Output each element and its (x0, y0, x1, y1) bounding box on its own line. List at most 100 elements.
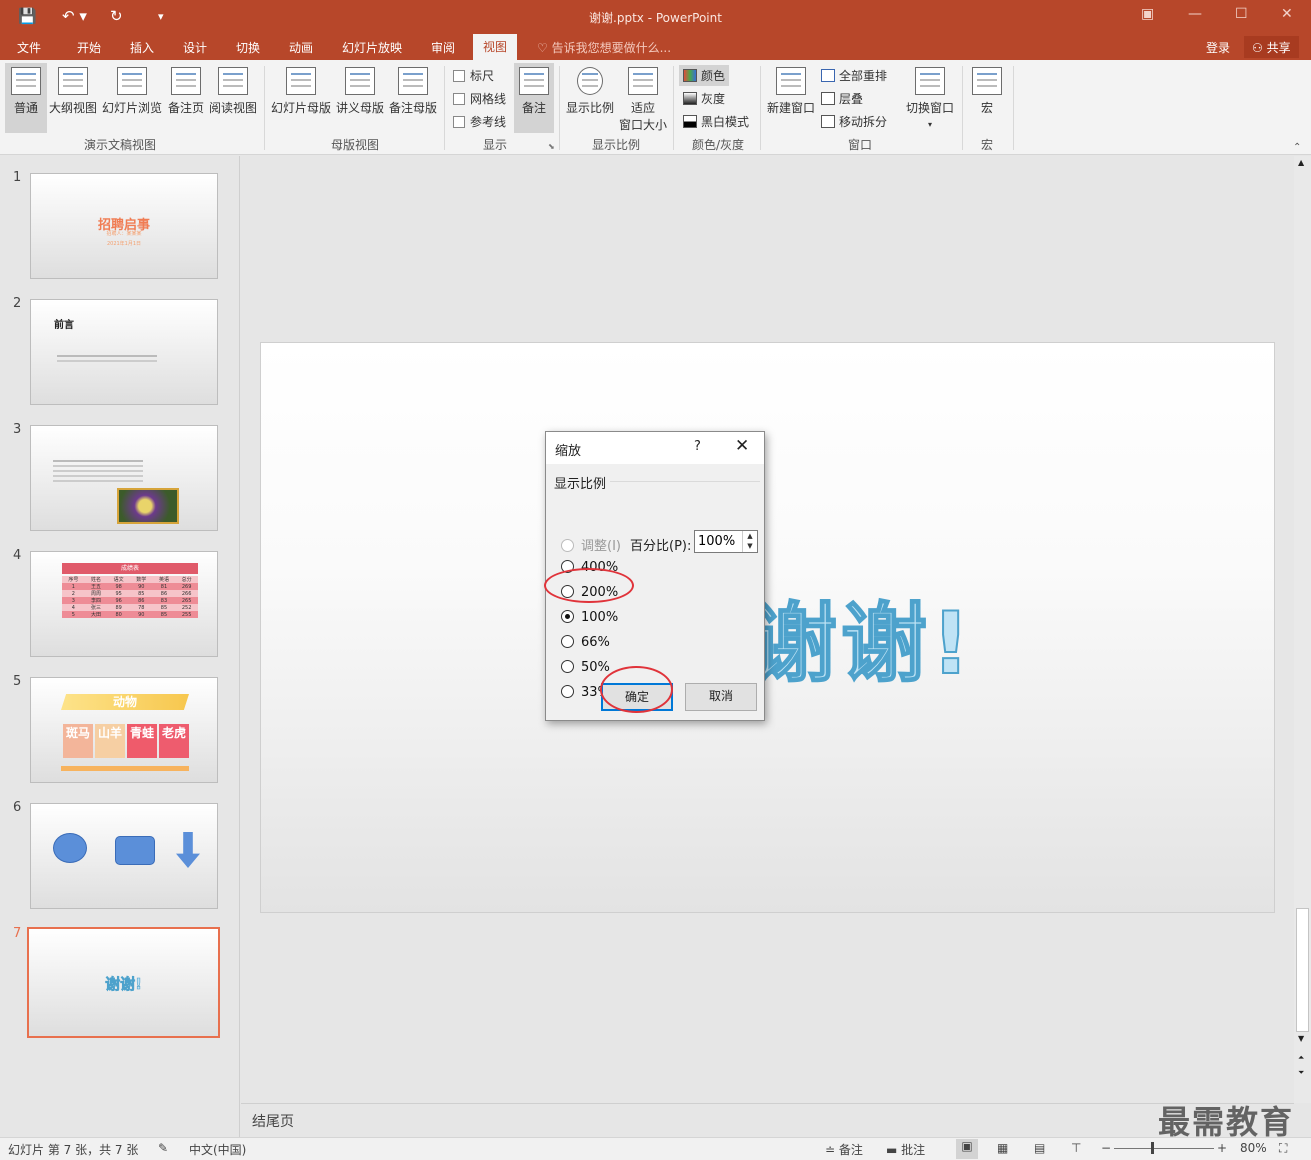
thumb-date: 2021年1月1日 (106, 241, 142, 247)
reading-view-status-icon[interactable]: ▤ (1034, 1141, 1045, 1155)
slide-thumbnail-2[interactable]: 前言 (30, 299, 218, 405)
color-button[interactable]: 颜色 (679, 65, 730, 86)
black-white-button[interactable]: 黑白模式 (683, 113, 749, 130)
notes-pane[interactable]: 结尾页 (241, 1103, 1294, 1137)
normal-view-button[interactable]: 普通 (5, 63, 47, 133)
zoom-100-radio[interactable]: 100% (561, 610, 618, 625)
slide-thumbnail-4[interactable]: 成绩表 序号 姓名 语文 数学 英语 总分 1 王五 98 90 81 269 2 周周 95 85 86 2… (30, 551, 218, 657)
zoom-out-icon[interactable]: − (1101, 1141, 1111, 1155)
slide-thumbnail-panel: 1 招聘启事 招聘人：某某某 2021年1月1日 2 前言 3 4 成绩表 序号… (0, 156, 240, 1137)
normal-view-status-icon[interactable]: ▣ (956, 1139, 978, 1159)
tab-slideshow[interactable]: 幻灯片放映 (342, 39, 402, 56)
scroll-up-icon[interactable]: ▲ (1298, 158, 1304, 167)
zoom-slider[interactable] (1114, 1148, 1214, 1149)
tab-insert[interactable]: 插入 (130, 39, 154, 56)
ruler-checkbox[interactable]: 标尺 (453, 67, 494, 84)
zoom-slider-thumb[interactable] (1151, 1142, 1154, 1154)
arrange-all-icon (821, 69, 835, 82)
move-split-button[interactable]: 移动拆分 (821, 113, 887, 130)
table-cell: 1 (71, 583, 75, 590)
notes-toggle-button[interactable]: 备注 (514, 63, 554, 133)
ribbon-display-options-icon[interactable]: ▣ (1141, 6, 1154, 22)
spin-up-icon[interactable]: ▲ (747, 532, 752, 540)
rounded-rect-shape (115, 836, 155, 865)
outline-view-button[interactable]: 大纲视图 (48, 63, 98, 116)
table-cell: 86 (160, 590, 168, 597)
tab-home[interactable]: 开始 (77, 39, 101, 56)
restore-button[interactable]: ☐ (1235, 6, 1248, 22)
reading-view-button[interactable]: 阅读视图 (208, 63, 258, 116)
radio-circle (561, 610, 574, 623)
spin-down-icon[interactable]: ▼ (747, 542, 752, 550)
gridlines-checkbox[interactable]: 网格线 (453, 90, 506, 107)
spell-check-icon[interactable]: ✎ (158, 1141, 168, 1155)
tab-review[interactable]: 审阅 (431, 39, 455, 56)
collapse-ribbon-icon[interactable]: ⌃ (1293, 142, 1301, 153)
scrollbar-thumb[interactable] (1296, 908, 1309, 1032)
fit-to-window-button[interactable]: 适应 窗口大小 (618, 63, 668, 133)
lightbulb-icon: ♡ (537, 41, 552, 55)
table-cell: 大田 (90, 612, 101, 618)
slide-thumbnail-3[interactable] (30, 425, 218, 531)
tell-me-search[interactable]: ♡ 告诉我您想要做什么... (537, 39, 671, 56)
dialog-launcher-icon[interactable]: ⬊ (548, 142, 555, 151)
slideshow-status-icon[interactable]: ⊤ (1071, 1141, 1081, 1155)
slide-master-button[interactable]: 幻灯片母版 (270, 63, 332, 116)
fit-radio[interactable]: 调整(I) (561, 535, 621, 554)
notes-master-button[interactable]: 备注母版 (388, 63, 438, 116)
zoom-button[interactable]: 显示比例 (564, 63, 616, 116)
slide-thumbnail-5[interactable]: 动物 斑马 山羊 青蛙 老虎 (30, 677, 218, 783)
zoom-level[interactable]: 80% (1240, 1141, 1267, 1155)
slide-sorter-status-icon[interactable]: ▦ (997, 1141, 1008, 1155)
macros-button[interactable]: 宏 (968, 63, 1006, 116)
slide-thumbnail-1[interactable]: 招聘启事 招聘人：某某某 2021年1月1日 (30, 173, 218, 279)
table-cell: 80 (115, 611, 122, 618)
dialog-close-button[interactable]: ✕ (735, 436, 749, 456)
tab-animations[interactable]: 动画 (289, 39, 313, 56)
slide-title-text[interactable]: 谢谢! (750, 573, 974, 698)
notes-status-button[interactable]: ≐ 备注 (825, 1141, 863, 1158)
tab-transitions[interactable]: 切换 (236, 39, 260, 56)
grayscale-button[interactable]: 灰度 (683, 90, 725, 107)
comments-status-button[interactable]: ▬ 批注 (886, 1141, 925, 1158)
login-link[interactable]: 登录 (1206, 39, 1230, 56)
tab-design[interactable]: 设计 (183, 39, 207, 56)
guides-checkbox[interactable]: 参考线 (453, 113, 506, 130)
percent-spinner[interactable]: ▲ ▼ (742, 531, 757, 552)
slide-canvas[interactable]: 谢谢! (260, 342, 1275, 913)
table-row: 2 周周 95 85 86 266 (62, 590, 198, 597)
notes-page-button[interactable]: 备注页 (166, 63, 206, 116)
cancel-button[interactable]: 取消 (685, 683, 757, 711)
share-button[interactable]: ⚇ 共享 (1244, 36, 1299, 58)
zoom-in-icon[interactable]: + (1217, 1141, 1227, 1155)
slide-thumbnail-7[interactable]: 谢谢! (27, 927, 220, 1038)
new-window-icon (776, 67, 806, 95)
table-header-row: 序号 姓名 语文 数学 英语 总分 (62, 576, 198, 583)
help-button[interactable]: ? (694, 439, 701, 454)
tab-file[interactable]: 文件 (17, 39, 41, 56)
group-label-zoom: 显示比例 (591, 138, 640, 152)
language-status[interactable]: 中文(中国) (189, 1141, 246, 1158)
minimize-button[interactable]: — (1188, 6, 1202, 22)
tab-view[interactable]: 视图 (473, 34, 518, 60)
notes-text: 结尾页 (252, 1114, 294, 1130)
flower-photo (117, 488, 179, 524)
zoom-50-radio[interactable]: 50% (561, 660, 610, 675)
cascade-button[interactable]: 层叠 (821, 90, 863, 107)
fit-window-icon (628, 67, 658, 95)
new-window-button[interactable]: 新建窗口 (765, 63, 817, 116)
close-button[interactable]: ✕ (1281, 6, 1293, 22)
ribbon-tabs: 文件 开始 插入 设计 切换 动画 幻灯片放映 审阅 视图 ♡ 告诉我您想要做什… (0, 34, 1311, 60)
switch-window-button[interactable]: 切换窗口 ▾ (904, 63, 956, 130)
handout-master-button[interactable]: 讲义母版 (335, 63, 385, 116)
zoom-66-radio[interactable]: 66% (561, 635, 610, 650)
previous-slide-icon[interactable]: ⏶ (1298, 1053, 1304, 1063)
notes-master-icon (398, 67, 428, 95)
arrange-all-button[interactable]: 全部重排 (821, 67, 887, 84)
slide-thumbnail-6[interactable] (30, 803, 218, 909)
scroll-down-icon[interactable]: ▼ (1298, 1034, 1304, 1043)
fit-slide-icon[interactable]: ⛶ (1279, 1141, 1287, 1156)
next-slide-icon[interactable]: ⏷ (1298, 1068, 1304, 1078)
slide-sorter-button[interactable]: 幻灯片浏览 (101, 63, 163, 116)
vertical-scrollbar[interactable]: ▲ ▼ ⏶ ⏷ (1294, 156, 1311, 1103)
